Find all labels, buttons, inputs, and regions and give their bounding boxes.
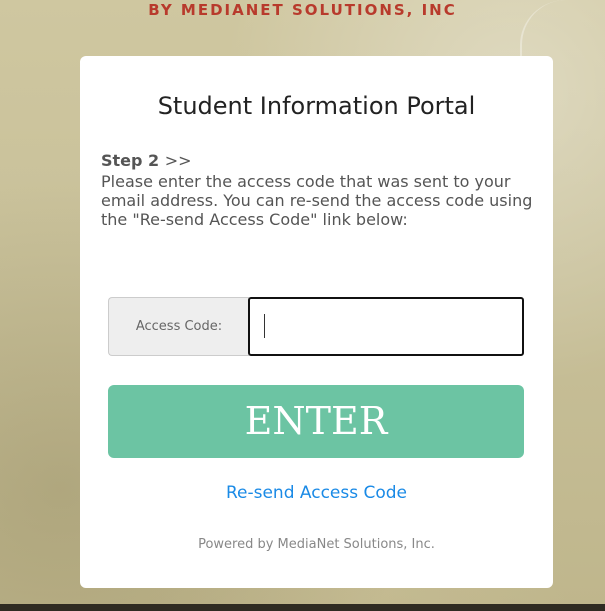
text-caret-icon	[264, 314, 265, 338]
instructions-text: Please enter the access code that was se…	[101, 172, 533, 229]
enter-button[interactable]: ENTER	[108, 385, 524, 458]
login-card: Student Information Portal Step 2 >> Ple…	[80, 56, 553, 588]
powered-by-footer: Powered by MediaNet Solutions, Inc.	[198, 537, 435, 552]
step-label: Step 2 >>	[101, 151, 192, 170]
bottom-strip	[0, 604, 605, 611]
brand-banner: BY MEDIANET SOLUTIONS, INC	[0, 0, 605, 20]
step-label-text: Step 2	[101, 151, 160, 170]
resend-access-code-link[interactable]: Re-send Access Code	[80, 483, 553, 503]
page-title: Student Information Portal	[157, 92, 476, 120]
brand-banner-text: BY MEDIANET SOLUTIONS, INC	[148, 1, 457, 19]
step-arrows: >>	[164, 151, 192, 170]
access-code-group: Access Code:	[108, 296, 525, 357]
access-code-input[interactable]	[248, 297, 524, 356]
access-code-label: Access Code:	[108, 297, 249, 356]
